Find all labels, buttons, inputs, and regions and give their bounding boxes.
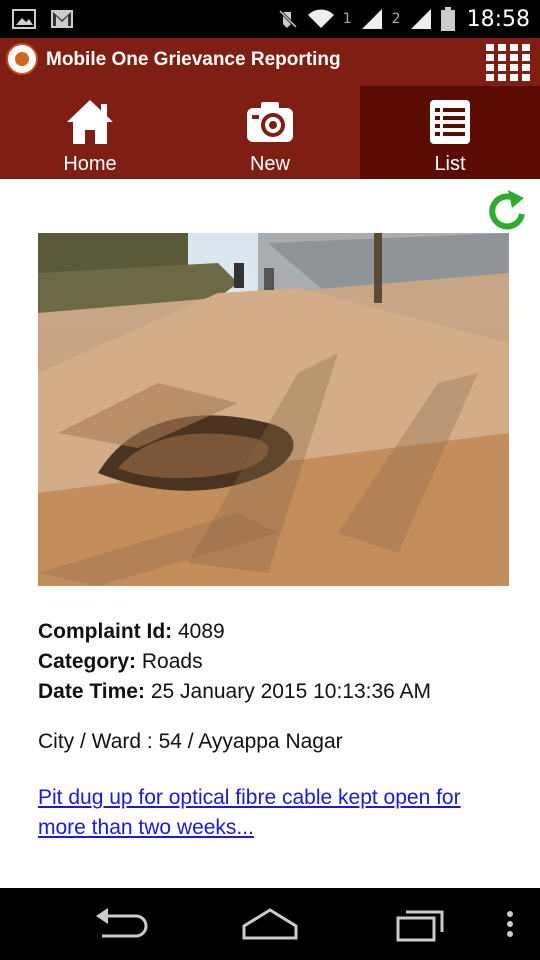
complaint-id-value: 4089	[178, 620, 225, 643]
tab-home-label: Home	[63, 153, 117, 175]
complaint-description-link[interactable]: Pit dug up for optical fibre cable kept …	[38, 783, 508, 843]
status-bar: 1 2 18:58	[0, 0, 540, 38]
city-ward: City / Ward : 54 / Ayyappa Nagar	[38, 730, 343, 753]
wifi-icon	[307, 9, 334, 28]
category-value: Roads	[141, 650, 203, 673]
tab-list-label: List	[434, 153, 466, 175]
home-icon	[67, 100, 113, 144]
datetime-row: Date Time: 25 January 2015 10:13:36 AM	[38, 677, 431, 707]
complaint-info: Complaint Id: 4089 Category: Roads Date …	[38, 617, 431, 707]
signal-icon	[361, 9, 382, 29]
datetime-label: Date Time:	[38, 680, 145, 703]
app-title: Mobile One Grievance Reporting	[46, 49, 341, 70]
signal-icon	[410, 9, 431, 29]
tab-new[interactable]: New	[180, 86, 360, 179]
battery-icon	[440, 7, 455, 31]
complaint-id-label: Complaint Id:	[38, 620, 173, 643]
clock: 18:58	[466, 6, 530, 32]
datetime-value: 25 January 2015 10:13:36 AM	[150, 680, 432, 703]
app-title-bar: Mobile One Grievance Reporting	[0, 38, 540, 86]
image-icon	[12, 9, 36, 29]
mute-icon	[278, 9, 297, 29]
overflow-menu-icon[interactable]	[504, 904, 516, 944]
complaint-photo	[38, 233, 509, 586]
category-label: Category:	[38, 650, 137, 673]
recents-icon[interactable]	[392, 904, 448, 944]
complaint-detail: Complaint Id: 4089 Category: Roads Date …	[0, 179, 540, 888]
app-logo	[6, 43, 38, 75]
tab-home[interactable]: Home	[0, 86, 180, 179]
complaint-id-row: Complaint Id: 4089	[38, 617, 431, 647]
refresh-icon[interactable]	[484, 188, 530, 234]
grid-menu-icon[interactable]	[486, 43, 530, 81]
gmail-icon	[51, 10, 73, 28]
back-icon[interactable]	[92, 904, 148, 944]
tab-bar: Home New List	[0, 86, 540, 179]
list-icon	[430, 100, 470, 144]
system-nav-bar	[0, 888, 540, 960]
category-row: Category: Roads	[38, 647, 431, 677]
tab-list[interactable]: List	[360, 86, 540, 179]
camera-icon	[247, 102, 293, 142]
sim1-label: 1	[342, 11, 352, 27]
home-nav-icon[interactable]	[240, 904, 300, 944]
tab-new-label: New	[249, 153, 290, 175]
sim2-label: 2	[391, 11, 401, 27]
